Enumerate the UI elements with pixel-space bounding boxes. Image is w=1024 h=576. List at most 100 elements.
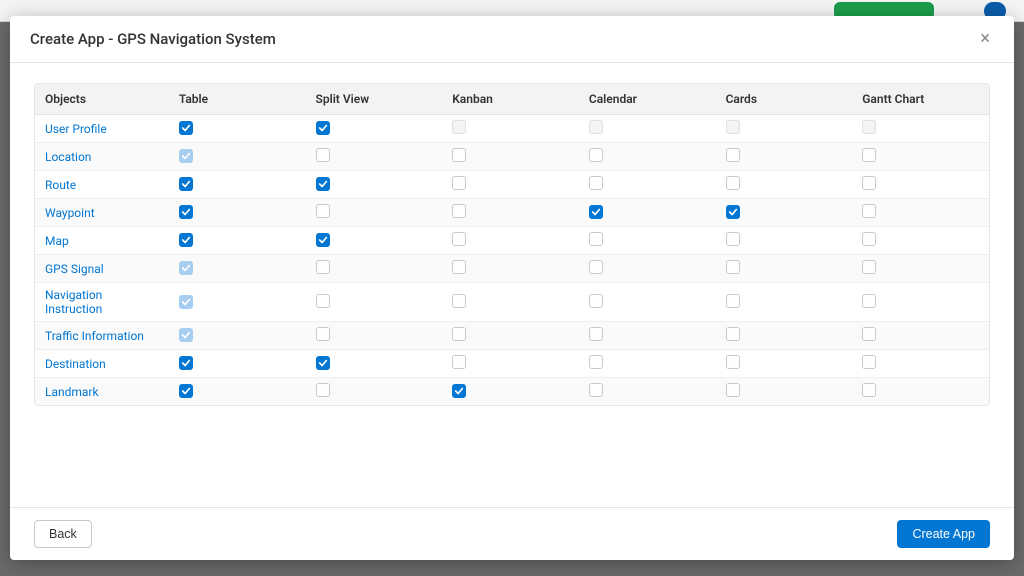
checkbox-cell [442, 115, 579, 143]
checkbox[interactable] [179, 384, 193, 398]
checkbox[interactable] [316, 260, 330, 274]
checkbox[interactable] [862, 176, 876, 190]
checkbox[interactable] [862, 148, 876, 162]
checkbox-cell [579, 227, 716, 255]
checkbox-cell [716, 322, 853, 350]
checkbox[interactable] [452, 204, 466, 218]
table-row: Route [35, 171, 989, 199]
checkbox[interactable] [862, 260, 876, 274]
checkbox[interactable] [179, 177, 193, 191]
checkbox-cell [716, 115, 853, 143]
views-table-wrap: Objects Table Split View Kanban Calendar… [34, 83, 990, 406]
checkbox-cell [579, 199, 716, 227]
checkbox[interactable] [589, 294, 603, 308]
checkbox-cell [169, 171, 306, 199]
checkbox-cell [716, 255, 853, 283]
checkbox[interactable] [862, 383, 876, 397]
checkbox[interactable] [589, 260, 603, 274]
checkbox[interactable] [179, 356, 193, 370]
checkbox-cell [579, 115, 716, 143]
checkbox[interactable] [316, 177, 330, 191]
checkbox[interactable] [726, 383, 740, 397]
table-row: Navigation Instruction [35, 283, 989, 322]
object-name: User Profile [35, 115, 169, 143]
checkbox-cell [716, 227, 853, 255]
checkbox[interactable] [726, 232, 740, 246]
checkbox-cell [442, 283, 579, 322]
checkbox[interactable] [316, 383, 330, 397]
checkbox[interactable] [589, 383, 603, 397]
checkbox[interactable] [862, 204, 876, 218]
checkbox-cell [306, 322, 443, 350]
checkbox[interactable] [726, 294, 740, 308]
checkbox-cell [442, 255, 579, 283]
table-row: Landmark [35, 378, 989, 406]
checkbox-cell [852, 255, 989, 283]
checkbox[interactable] [179, 121, 193, 135]
checkbox-cell [442, 227, 579, 255]
create-app-button[interactable]: Create App [897, 520, 990, 548]
col-kanban: Kanban [442, 84, 579, 115]
table-row: User Profile [35, 115, 989, 143]
checkbox[interactable] [862, 355, 876, 369]
checkbox[interactable] [726, 355, 740, 369]
object-name: Route [35, 171, 169, 199]
checkbox-cell [442, 322, 579, 350]
object-name: Traffic Information [35, 322, 169, 350]
checkbox[interactable] [726, 260, 740, 274]
checkbox[interactable] [316, 356, 330, 370]
checkbox[interactable] [862, 294, 876, 308]
checkbox[interactable] [452, 355, 466, 369]
checkbox-cell [306, 350, 443, 378]
checkbox-cell [716, 283, 853, 322]
checkbox-cell [716, 199, 853, 227]
col-objects: Objects [35, 84, 169, 115]
checkbox-cell [579, 143, 716, 171]
checkbox-cell [442, 378, 579, 406]
checkbox[interactable] [726, 148, 740, 162]
table-row: GPS Signal [35, 255, 989, 283]
checkbox[interactable] [316, 233, 330, 247]
checkbox[interactable] [179, 205, 193, 219]
checkbox-cell [306, 199, 443, 227]
checkbox[interactable] [316, 327, 330, 341]
checkbox[interactable] [452, 232, 466, 246]
checkbox[interactable] [452, 384, 466, 398]
checkbox[interactable] [316, 121, 330, 135]
checkbox[interactable] [589, 232, 603, 246]
object-name: Location [35, 143, 169, 171]
checkbox-cell [306, 143, 443, 171]
checkbox[interactable] [316, 204, 330, 218]
checkbox-cell [852, 199, 989, 227]
checkbox[interactable] [726, 176, 740, 190]
checkbox[interactable] [862, 232, 876, 246]
close-icon[interactable]: × [976, 28, 994, 50]
checkbox[interactable] [726, 327, 740, 341]
checkbox[interactable] [589, 327, 603, 341]
checkbox[interactable] [452, 176, 466, 190]
checkbox[interactable] [589, 176, 603, 190]
checkbox[interactable] [452, 294, 466, 308]
checkbox[interactable] [316, 294, 330, 308]
checkbox[interactable] [452, 260, 466, 274]
checkbox-cell [306, 171, 443, 199]
checkbox [452, 120, 466, 134]
checkbox[interactable] [589, 205, 603, 219]
checkbox[interactable] [452, 327, 466, 341]
checkbox[interactable] [726, 205, 740, 219]
checkbox-cell [716, 378, 853, 406]
checkbox-cell [579, 283, 716, 322]
checkbox-cell [579, 322, 716, 350]
checkbox[interactable] [179, 233, 193, 247]
object-name: Waypoint [35, 199, 169, 227]
back-button[interactable]: Back [34, 520, 92, 548]
checkbox[interactable] [862, 327, 876, 341]
views-table: Objects Table Split View Kanban Calendar… [35, 84, 989, 405]
checkbox[interactable] [589, 148, 603, 162]
checkbox[interactable] [452, 148, 466, 162]
checkbox[interactable] [316, 148, 330, 162]
checkbox-cell [306, 255, 443, 283]
col-gantt: Gantt Chart [852, 84, 989, 115]
object-name: Navigation Instruction [35, 283, 169, 322]
checkbox[interactable] [589, 355, 603, 369]
